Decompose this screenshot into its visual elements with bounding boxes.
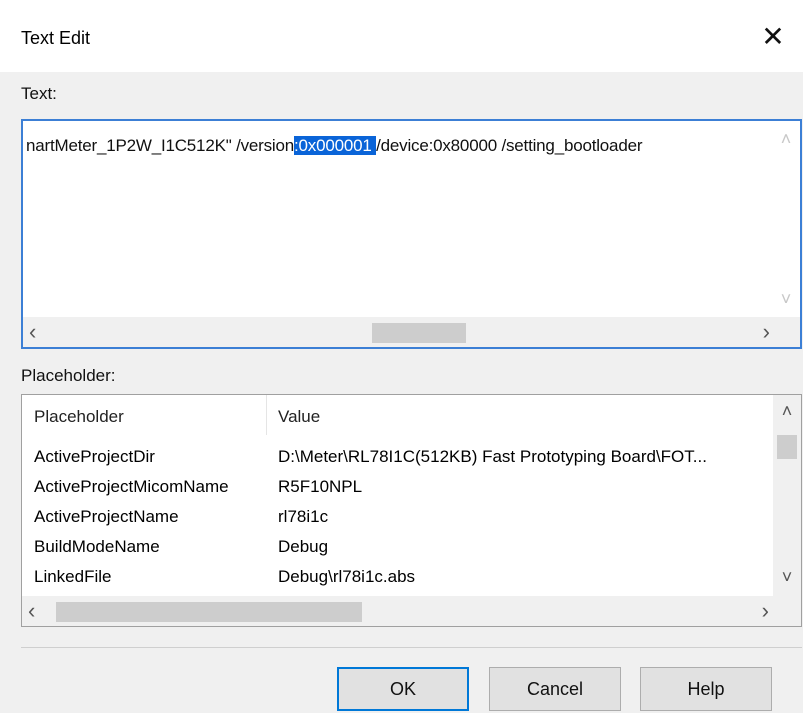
placeholder-list[interactable]: Placeholder Value ActiveProjectDir D:\Me… bbox=[21, 394, 802, 627]
ok-button[interactable]: OK bbox=[337, 667, 469, 711]
help-button[interactable]: Help bbox=[640, 667, 772, 711]
cancel-button[interactable]: Cancel bbox=[489, 667, 621, 711]
cell-placeholder: ActiveProjectDir bbox=[34, 447, 155, 466]
text-selection: :0x000001 bbox=[294, 136, 377, 155]
scroll-corner bbox=[772, 317, 800, 347]
table-row[interactable]: LinkedFile Debug\rl78i1c.abs bbox=[22, 563, 772, 593]
cell-value: Debug bbox=[278, 537, 329, 556]
close-icon[interactable]: ✕ bbox=[753, 16, 793, 56]
table-row[interactable]: ActiveProjectName rl78i1c bbox=[22, 503, 772, 533]
column-separator[interactable] bbox=[266, 395, 267, 435]
scroll-corner bbox=[773, 596, 801, 626]
table-row[interactable]: BuildModeName Debug bbox=[22, 533, 772, 563]
scroll-right-icon[interactable]: › bbox=[763, 319, 770, 345]
scroll-down-icon[interactable]: ˅ bbox=[772, 289, 800, 310]
scroll-thumb[interactable] bbox=[56, 602, 362, 622]
list-vertical-scrollbar[interactable]: ˄ ˅ bbox=[773, 395, 801, 597]
table-row[interactable]: ActiveProjectDir D:\Meter\RL78I1C(512KB)… bbox=[22, 443, 772, 473]
text-before-selection: nartMeter_1P2W_I1C512K" /version bbox=[26, 136, 294, 155]
scroll-down-icon[interactable]: ˅ bbox=[773, 567, 801, 588]
scroll-thumb[interactable] bbox=[777, 435, 797, 459]
column-header-value[interactable]: Value bbox=[278, 407, 320, 427]
text-label: Text: bbox=[21, 84, 57, 103]
list-header: Placeholder Value bbox=[22, 395, 772, 437]
list-horizontal-scrollbar[interactable]: ‹ › bbox=[22, 596, 775, 626]
text-vertical-scrollbar[interactable]: ˄ ˅ bbox=[772, 121, 800, 321]
scroll-left-icon[interactable]: ‹ bbox=[29, 319, 36, 345]
cell-value: Debug\rl78i1c.abs bbox=[278, 567, 416, 586]
cell-placeholder: ActiveProjectName bbox=[34, 507, 179, 526]
list-rows: ActiveProjectDir D:\Meter\RL78I1C(512KB)… bbox=[22, 443, 772, 593]
table-row[interactable]: ActiveProjectMicomName R5F10NPL bbox=[22, 473, 772, 503]
text-horizontal-scrollbar[interactable]: ‹ › bbox=[23, 317, 776, 347]
cell-value: D:\Meter\RL78I1C(512KB) Fast Prototyping… bbox=[278, 447, 707, 466]
placeholder-label: Placeholder: bbox=[21, 366, 116, 385]
dialog-title: Text Edit bbox=[21, 28, 91, 48]
cell-value: rl78i1c bbox=[278, 507, 329, 526]
scroll-left-icon[interactable]: ‹ bbox=[28, 598, 35, 624]
cell-placeholder: ActiveProjectMicomName bbox=[34, 477, 229, 496]
scroll-right-icon[interactable]: › bbox=[762, 598, 769, 624]
text-edit-dialog: Text Edit ✕ Text: nartMeter_1P2W_I1C512K… bbox=[0, 0, 803, 713]
text-editor[interactable]: nartMeter_1P2W_I1C512K" /version:0x00000… bbox=[21, 119, 802, 349]
column-header-placeholder[interactable]: Placeholder bbox=[34, 407, 124, 427]
cell-value: R5F10NPL bbox=[278, 477, 363, 496]
scroll-up-icon[interactable]: ˄ bbox=[772, 129, 800, 150]
dialog-body: Text: nartMeter_1P2W_I1C512K" /version:0… bbox=[0, 72, 803, 713]
scroll-up-icon[interactable]: ˄ bbox=[773, 401, 801, 422]
cell-placeholder: LinkedFile bbox=[34, 567, 112, 586]
scroll-thumb[interactable] bbox=[372, 323, 466, 343]
divider bbox=[21, 647, 802, 648]
text-after-selection: /device:0x80000 /setting_bootloader bbox=[376, 136, 643, 155]
text-content[interactable]: nartMeter_1P2W_I1C512K" /version:0x00000… bbox=[26, 136, 642, 156]
cell-placeholder: BuildModeName bbox=[34, 537, 160, 556]
